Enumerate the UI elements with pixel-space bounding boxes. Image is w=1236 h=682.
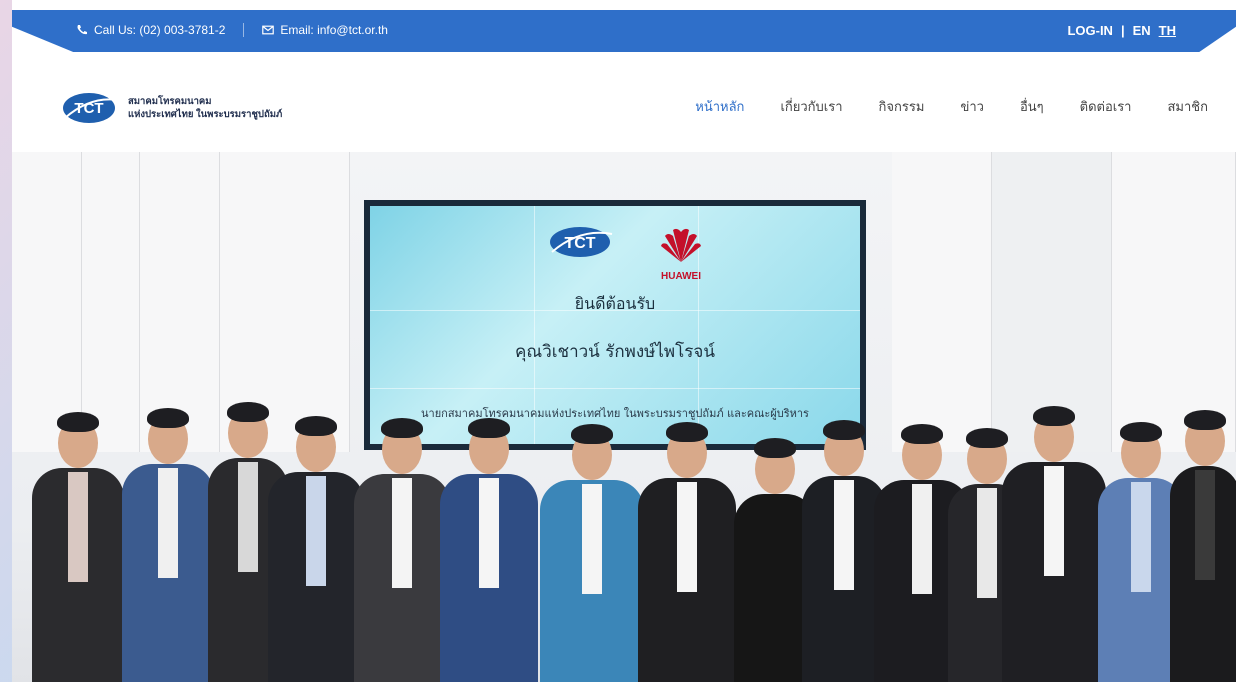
tct-logo-icon: TCT [63, 93, 119, 123]
huawei-label: HUAWEI [661, 271, 701, 282]
screen-tct-logo-icon: TCT [550, 227, 613, 257]
account-language: LOG-IN | EN TH [1067, 23, 1176, 38]
hero-photo: TCT HUAWEI ยินดีต้อนรับ คุณวิเชาวน์ รักพ… [12, 152, 1236, 682]
nav-item-others[interactable]: อื่นๆ [1020, 96, 1044, 117]
person-hair [295, 416, 337, 436]
nav-item-home[interactable]: หน้าหลัก [695, 96, 744, 117]
lang-divider: | [1120, 23, 1125, 38]
person-figure [354, 412, 450, 682]
logo-line-2: แห่งประเทศไทย ในพระบรมราชูปถัมภ์ [128, 109, 283, 120]
contact-info: Call Us: (02) 003-3781-2 Email: info@tct… [76, 23, 388, 37]
nav-item-news[interactable]: ข่าว [960, 96, 984, 117]
huawei-flower-icon [661, 228, 701, 262]
person-shirt [1195, 470, 1215, 580]
group-photo-people [12, 382, 1236, 682]
person-hair [666, 422, 708, 442]
screen-logo-text: TCT [564, 235, 595, 252]
person-hair [901, 424, 943, 444]
person-figure [122, 402, 214, 682]
logo-text: สมาคมโทรคมนาคม แห่งประเทศไทย ในพระบรมราช… [128, 95, 282, 121]
site-header: TCT สมาคมโทรคมนาคม แห่งประเทศไทย ในพระบร… [12, 58, 1236, 152]
person-shirt [977, 488, 997, 598]
person-hair [754, 438, 796, 458]
person-hair [57, 412, 99, 432]
browser-frame: Call Us: (02) 003-3781-2 Email: info@tct… [12, 0, 1236, 682]
person-figure [1170, 404, 1236, 682]
login-link[interactable]: LOG-IN [1067, 23, 1113, 38]
person-hair [1184, 410, 1226, 430]
nav-item-contact[interactable]: ติดต่อเรา [1080, 96, 1132, 117]
top-contact-bar: Call Us: (02) 003-3781-2 Email: info@tct… [12, 10, 1236, 52]
email-contact[interactable]: Email: info@tct.or.th [262, 23, 388, 37]
guest-name: คุณวิเชาวน์ รักพงษ์ไพโรจน์ [515, 342, 715, 362]
person-figure [32, 406, 124, 682]
contact-divider [243, 23, 245, 37]
site-logo[interactable]: TCT สมาคมโทรคมนาคม แห่งประเทศไทย ในพระบร… [62, 88, 282, 128]
person-shirt [392, 478, 412, 588]
welcome-text: ยินดีต้อนรับ [574, 294, 656, 313]
person-hair [147, 408, 189, 428]
person-shirt [158, 468, 178, 578]
person-figure [440, 412, 538, 682]
person-hair [823, 420, 865, 440]
phone-icon [77, 25, 87, 35]
person-shirt [68, 472, 88, 582]
person-hair [571, 424, 613, 444]
person-hair [1033, 406, 1075, 426]
envelope-icon [262, 25, 275, 35]
person-shirt [912, 484, 932, 594]
person-shirt [677, 482, 697, 592]
logo-line-1: สมาคมโทรคมนาคม [128, 96, 212, 107]
person-shirt [479, 478, 499, 588]
phone-contact[interactable]: Call Us: (02) 003-3781-2 [76, 23, 225, 37]
nav-item-activities[interactable]: กิจกรรม [879, 96, 925, 117]
main-nav: หน้าหลัก เกี่ยวกับเรา กิจกรรม ข่าว อื่นๆ… [695, 96, 1208, 117]
person-figure [540, 418, 644, 682]
person-hair [227, 402, 269, 422]
person-shirt [834, 480, 854, 590]
huawei-logo: HUAWEI [654, 226, 708, 282]
person-shirt [582, 484, 602, 594]
nav-item-members[interactable]: สมาชิก [1168, 96, 1209, 117]
person-shirt [765, 498, 785, 608]
person-shirt [1131, 482, 1151, 592]
person-hair [1120, 422, 1162, 442]
lang-th-link[interactable]: TH [1159, 23, 1176, 38]
person-shirt [238, 462, 258, 572]
email-text: Email: info@tct.or.th [280, 23, 388, 37]
person-shirt [1044, 466, 1064, 576]
lang-en-link[interactable]: EN [1133, 23, 1151, 38]
person-figure [638, 416, 736, 682]
person-figure [1002, 400, 1106, 682]
logo-mark-text: TCT [74, 100, 103, 117]
person-figure [268, 410, 364, 682]
nav-item-about[interactable]: เกี่ยวกับเรา [780, 96, 842, 117]
person-shirt [306, 476, 326, 586]
person-hair [468, 418, 510, 438]
person-hair [381, 418, 423, 438]
phone-text: Call Us: (02) 003-3781-2 [94, 23, 226, 37]
